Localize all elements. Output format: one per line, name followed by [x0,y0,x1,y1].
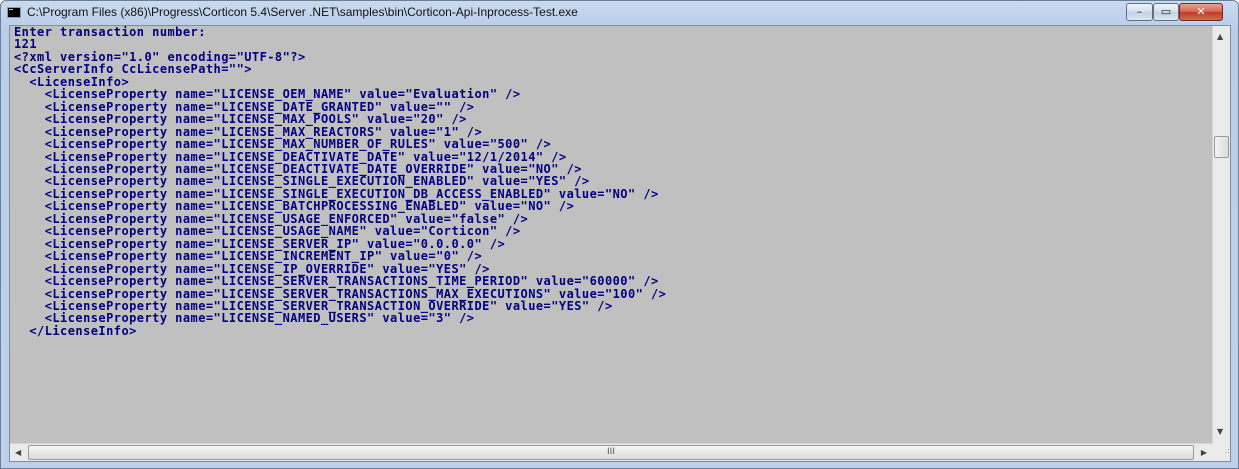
scroll-grip-icon: III [607,447,615,457]
scroll-right-arrow-icon[interactable]: ▶ [1201,448,1207,458]
console-app-icon[interactable] [7,7,21,18]
title-bar[interactable]: C:\Program Files (x86)\Progress\Corticon… [1,1,1238,25]
console-output[interactable]: Enter transaction number: 121 <?xml vers… [11,26,1212,443]
scroll-down-arrow-icon[interactable]: ▼ [1217,427,1223,437]
resize-grip-icon[interactable]: .: [1212,443,1230,461]
console-line: Enter transaction number: [14,26,206,39]
minimize-icon: – [1136,5,1143,18]
vertical-scrollbar[interactable]: ▲ ▼ [1212,26,1230,443]
resize-grip-dots: .: [1224,446,1230,455]
scroll-up-arrow-icon[interactable]: ▲ [1217,32,1223,42]
maximize-button[interactable]: ▭ [1153,3,1179,21]
console-window: C:\Program Files (x86)\Progress\Corticon… [0,0,1239,469]
horizontal-scrollbar[interactable]: ◀ III ▶ [10,443,1212,461]
console-client-area: Enter transaction number: 121 <?xml vers… [9,25,1231,462]
window-title: C:\Program Files (x86)\Progress\Corticon… [27,5,578,19]
scroll-left-arrow-icon[interactable]: ◀ [15,448,21,458]
close-icon: ✕ [1196,5,1206,18]
vertical-scroll-thumb[interactable] [1214,136,1229,158]
close-button[interactable]: ✕ [1179,3,1223,21]
horizontal-scroll-thumb[interactable]: III [28,445,1194,460]
console-line: </LicenseInfo> [29,323,137,338]
maximize-icon: ▭ [1160,5,1172,18]
minimize-button[interactable]: – [1126,3,1153,21]
console-text: Enter transaction number: 121 <?xml vers… [11,26,1212,337]
